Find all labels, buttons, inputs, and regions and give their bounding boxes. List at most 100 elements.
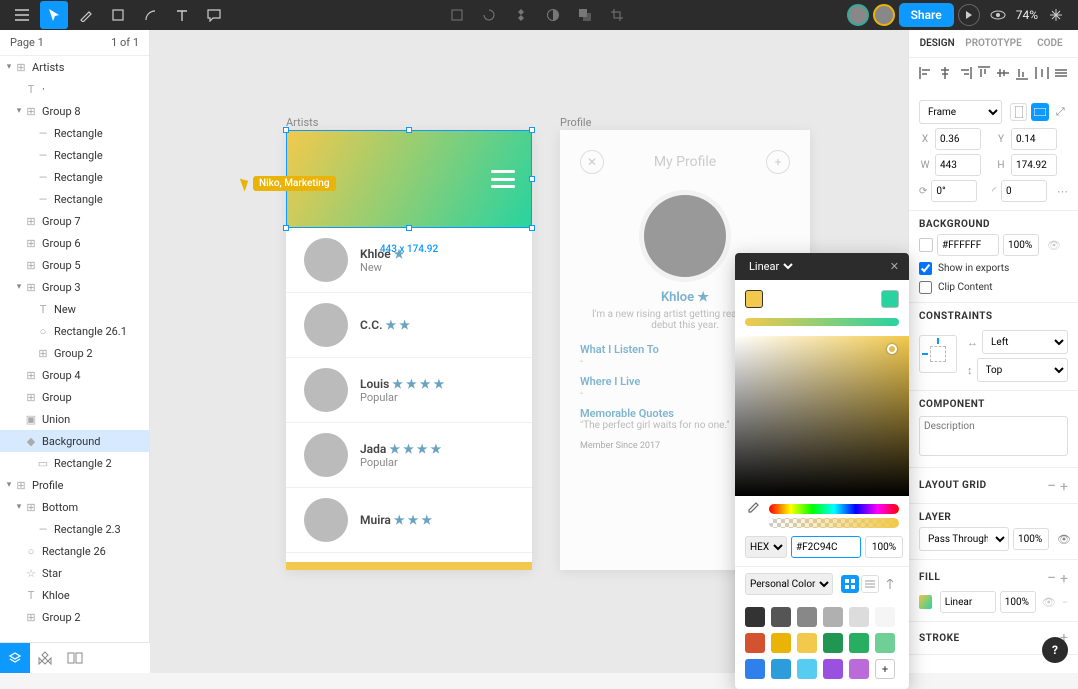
collaborator-avatar-1[interactable] [847,4,869,26]
constraint-h-select[interactable]: Left [982,330,1068,354]
layer-row[interactable]: —Rectangle 2.3 [0,518,149,540]
color-swatch[interactable] [823,633,843,653]
layer-row[interactable]: ⊞Group 2 [0,342,149,364]
color-swatch[interactable] [797,607,817,627]
visibility-icon[interactable]: 👁 [1047,239,1061,252]
alpha-slider[interactable] [769,518,899,528]
layer-row[interactable]: T· [0,78,149,100]
gradient-type-select[interactable]: Linear [745,259,796,274]
radius-input[interactable] [1001,180,1047,202]
eyedropper-icon[interactable] [745,502,759,516]
visibility-icon[interactable]: 👁 [1042,596,1056,609]
crop-icon[interactable] [603,1,631,29]
bg-swatch[interactable] [919,238,933,252]
share-button[interactable]: Share [899,3,954,27]
layer-row[interactable]: ▾⊞Profile [0,474,149,496]
remove-grid-icon[interactable]: − [1047,476,1056,495]
color-opacity-input[interactable] [865,536,903,558]
components-tab-icon[interactable] [30,643,60,673]
fill-opacity-input[interactable] [1000,591,1036,613]
color-swatch[interactable] [771,659,791,679]
color-swatch[interactable] [745,607,765,627]
add-fill-icon[interactable]: + [1060,571,1068,587]
shape-tool[interactable] [104,1,132,29]
page-name[interactable]: Page 1 [10,36,44,49]
color-swatch[interactable] [823,659,843,679]
color-format-select[interactable]: HEX [745,536,787,558]
collaborator-avatar-2[interactable] [873,4,895,26]
layer-row[interactable]: ⊞Group 5 [0,254,149,276]
color-swatch[interactable] [797,633,817,653]
library-tab-icon[interactable] [60,643,90,673]
color-swatch[interactable] [823,607,843,627]
distribute-h-icon[interactable] [1035,66,1049,80]
layer-row[interactable]: TNew [0,298,149,320]
layer-row[interactable]: ⊞Group 4 [0,364,149,386]
color-picker[interactable]: Linear ✕ HEX Personal Colors + [735,253,909,689]
pixel-grid-icon[interactable] [1042,1,1070,29]
layer-row[interactable]: ○Rectangle 26.1 [0,320,149,342]
text-tool[interactable] [168,1,196,29]
canvas[interactable]: Artists Profile Khloe ★NewC.C. ★ ★Louis … [150,30,908,673]
bg-opacity-input[interactable] [1003,234,1039,256]
layer-row[interactable]: ☆Star [0,562,149,584]
vector-tool[interactable] [136,1,164,29]
show-exports-checkbox[interactable]: Show in exports [919,262,1068,275]
artists-frame[interactable]: Khloe ★NewC.C. ★ ★Louis ★ ★ ★ ★PopularJa… [286,130,532,570]
help-button[interactable]: ? [1042,637,1068,663]
fill-type-input[interactable] [940,591,996,613]
frame-icon[interactable] [443,1,471,29]
pen-tool[interactable] [72,1,100,29]
layer-row[interactable]: —Rectangle [0,144,149,166]
orientation-landscape-icon[interactable] [1031,103,1048,121]
x-input[interactable] [935,128,981,150]
resize-fit-icon[interactable]: ⤢ [1053,105,1068,119]
layer-row[interactable]: ⊞Group 7 [0,210,149,232]
add-swatch-icon[interactable]: + [875,659,895,679]
color-spectrum[interactable] [735,336,909,496]
color-swatch[interactable] [849,607,869,627]
gradient-stop-2[interactable] [881,290,899,308]
layer-row[interactable]: —Rectangle [0,188,149,210]
add-grid-icon[interactable]: + [1060,479,1068,495]
gradient-preview[interactable] [745,318,899,326]
y-input[interactable] [1011,128,1057,150]
comment-tool[interactable] [200,1,228,29]
align-left-icon[interactable] [919,66,933,80]
more-icon[interactable]: ⋯ [1057,185,1068,198]
layer-row[interactable]: ▾⊞Artists [0,56,149,78]
layer-row[interactable]: ▭Rectangle 2 [0,452,149,474]
play-icon[interactable] [958,4,980,26]
mask-icon[interactable] [539,1,567,29]
move-tool[interactable] [40,1,68,29]
layer-row[interactable]: ▾⊞Group 3 [0,276,149,298]
visibility-icon[interactable]: 👁 [1057,533,1071,546]
fill-swatch[interactable] [919,595,932,609]
grid-view-icon[interactable] [841,575,859,593]
color-swatch[interactable] [849,633,869,653]
layer-row[interactable]: —Rectangle [0,166,149,188]
description-input[interactable] [919,416,1068,456]
color-swatch[interactable] [875,607,895,627]
layer-row[interactable]: ▾⊞Group 8 [0,100,149,122]
layer-row[interactable]: TKhloe [0,584,149,606]
gradient-stop-1[interactable] [745,290,763,308]
align-center-h-icon[interactable] [938,66,952,80]
layer-row[interactable]: ○Rectangle 26 [0,540,149,562]
color-swatch[interactable] [797,659,817,679]
component-icon[interactable] [507,1,535,29]
layer-row[interactable]: ⊞Group 6 [0,232,149,254]
sort-icon[interactable] [881,575,899,593]
blend-mode-select[interactable]: Pass Through [919,527,1009,551]
align-right-icon[interactable] [958,66,972,80]
zoom-level[interactable]: 74% [1016,8,1038,22]
remove-icon[interactable]: − [1062,596,1068,609]
rotate-icon[interactable] [475,1,503,29]
view-icon[interactable] [984,1,1012,29]
hue-slider[interactable] [769,504,899,514]
layer-row[interactable]: —Rectangle [0,122,149,144]
color-swatch[interactable] [771,607,791,627]
color-swatch[interactable] [849,659,869,679]
frame-label-profile[interactable]: Profile [560,116,591,129]
hex-input[interactable] [791,536,861,558]
